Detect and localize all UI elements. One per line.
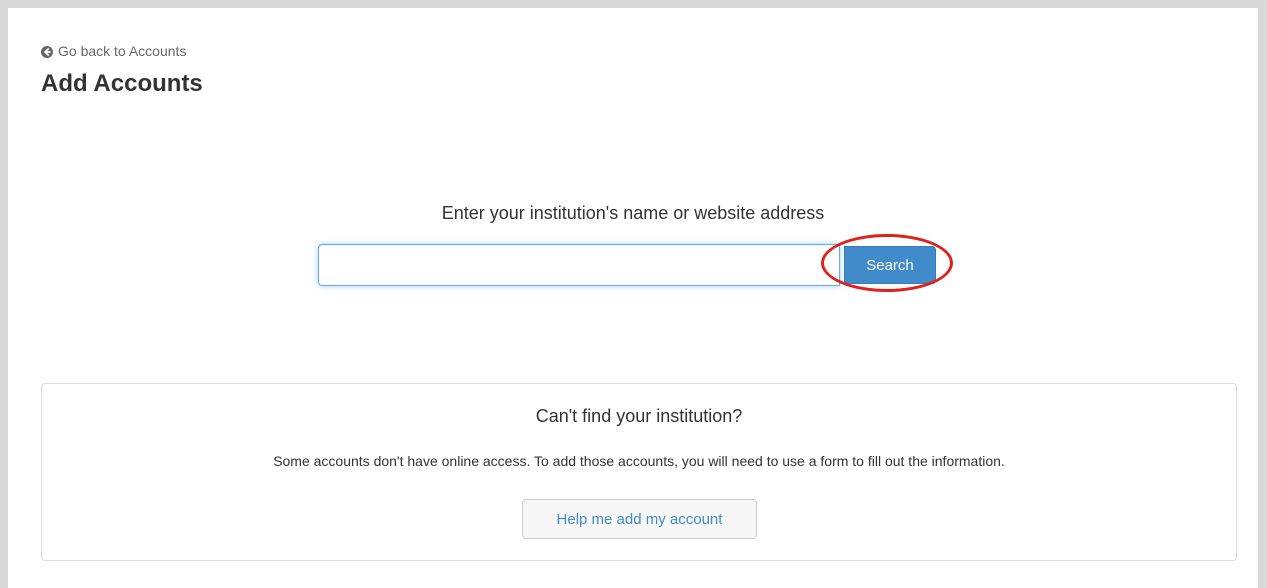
search-button[interactable]: Search <box>844 246 936 284</box>
back-link-label: Go back to Accounts <box>58 43 187 59</box>
institution-search-input[interactable] <box>318 244 840 286</box>
search-prompt: Enter your institution's name or website… <box>441 203 825 223</box>
help-text: Some accounts don't have online access. … <box>273 453 1005 469</box>
cant-find-institution-panel: Can't find your institution? Some accoun… <box>41 383 1237 561</box>
page-container: Go back to Accounts Add Accounts Enter y… <box>8 8 1258 588</box>
search-row: Search <box>318 244 936 286</box>
arrow-circle-left-icon <box>41 45 53 58</box>
back-to-accounts-link[interactable]: Go back to Accounts <box>41 43 186 59</box>
help-add-account-button[interactable]: Help me add my account <box>522 499 757 539</box>
page-title: Add Accounts <box>41 70 203 97</box>
help-title: Can't find your institution? <box>535 406 743 426</box>
